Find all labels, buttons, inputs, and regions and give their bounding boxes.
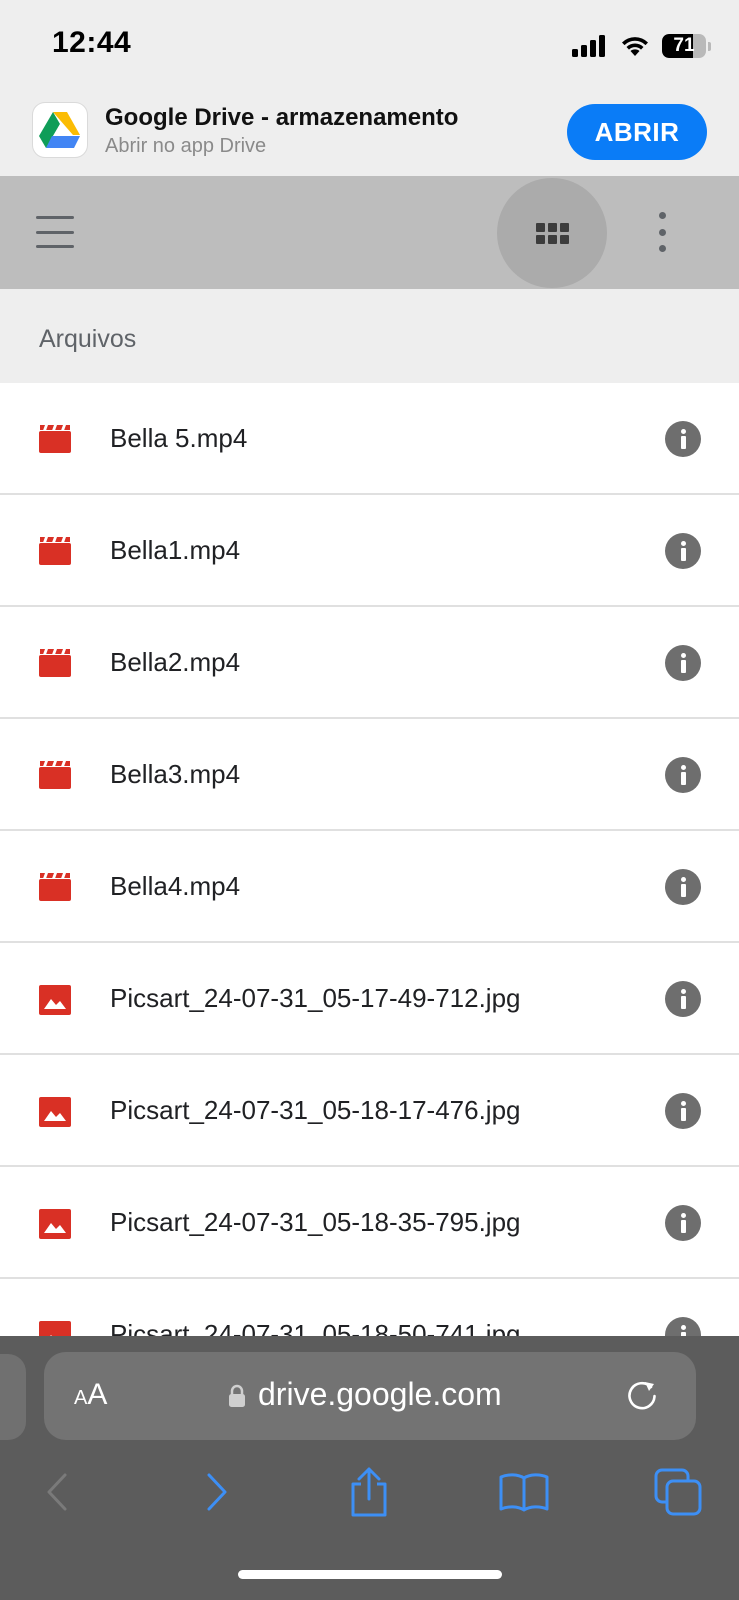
file-row[interactable]: Bella 5.mp4	[0, 383, 739, 495]
file-name: Bella1.mp4	[110, 535, 241, 565]
status-icons: 71	[572, 30, 711, 62]
google-drive-logo-icon	[32, 102, 88, 158]
info-icon[interactable]	[665, 981, 701, 1017]
hamburger-menu-icon[interactable]	[36, 216, 74, 248]
file-row[interactable]: Bella3.mp4	[0, 719, 739, 831]
app-banner-title: Google Drive - armazenamento	[105, 104, 459, 131]
file-name: Bella2.mp4	[110, 647, 241, 677]
reader-small-a: A	[74, 1387, 88, 1409]
info-icon[interactable]	[665, 421, 701, 457]
bookmarks-icon[interactable]	[496, 1464, 552, 1520]
section-header: Arquivos	[0, 289, 739, 383]
cellular-signal-icon	[572, 35, 605, 57]
video-file-icon	[39, 425, 71, 453]
video-file-icon	[39, 761, 71, 789]
file-row[interactable]: Picsart_24-07-31_05-18-17-476.jpg	[0, 1055, 739, 1167]
safari-toolbar: AA drive.google.com	[0, 1336, 739, 1600]
file-row[interactable]: Picsart_24-07-31_05-18-35-795.jpg	[0, 1167, 739, 1279]
video-file-icon	[39, 537, 71, 565]
image-file-icon	[39, 1321, 71, 1336]
open-app-button[interactable]: ABRIR	[567, 104, 707, 160]
section-title: Arquivos	[39, 325, 137, 353]
info-icon[interactable]	[665, 645, 701, 681]
status-time: 12:44	[52, 26, 132, 59]
browser-nav-row	[0, 1446, 739, 1546]
battery-icon: 71	[662, 34, 706, 58]
wifi-icon	[622, 37, 648, 56]
info-icon[interactable]	[665, 1093, 701, 1129]
image-file-icon	[39, 1097, 71, 1127]
image-file-icon	[39, 1209, 71, 1239]
file-row[interactable]: Bella4.mp4	[0, 831, 739, 943]
file-name: Picsart_24-07-31_05-18-17-476.jpg	[110, 1095, 521, 1125]
info-icon[interactable]	[665, 1205, 701, 1241]
file-name: Bella 5.mp4	[110, 423, 248, 453]
reader-options-button[interactable]: AA	[74, 1378, 107, 1412]
forward-arrow-icon[interactable]	[188, 1464, 244, 1520]
file-list: Bella 5.mp4 Bella1.mp4 Bella2.mp4 Bella3.mp…	[0, 383, 739, 1336]
address-bar[interactable]: AA drive.google.com	[44, 1352, 696, 1440]
tabs-icon[interactable]	[650, 1464, 706, 1520]
info-icon[interactable]	[665, 533, 701, 569]
file-name: Picsart_24-07-31_05-17-49-712.jpg	[110, 983, 521, 1013]
file-row[interactable]: Bella2.mp4	[0, 607, 739, 719]
status-bar: 12:44 71	[0, 0, 739, 90]
video-file-icon	[39, 649, 71, 677]
more-vertical-icon[interactable]	[650, 212, 674, 252]
file-row[interactable]: Bella1.mp4	[0, 495, 739, 607]
home-indicator	[238, 1570, 502, 1579]
battery-percent: 71	[673, 35, 695, 56]
drive-toolbar	[0, 176, 739, 289]
reload-icon[interactable]	[624, 1378, 660, 1414]
file-name: Bella3.mp4	[110, 759, 241, 789]
battery-cap	[708, 41, 711, 51]
video-file-icon	[39, 873, 71, 901]
file-name: Bella4.mp4	[110, 871, 241, 901]
file-row[interactable]: Picsart_24-07-31_05-17-49-712.jpg	[0, 943, 739, 1055]
back-arrow-icon[interactable]	[30, 1464, 86, 1520]
previous-tab-peek[interactable]	[0, 1354, 26, 1440]
share-icon[interactable]	[341, 1464, 397, 1520]
url-text: drive.google.com	[258, 1376, 502, 1412]
info-icon[interactable]	[665, 1317, 701, 1336]
app-banner-subtitle: Abrir no app Drive	[105, 135, 267, 157]
app-banner: Google Drive - armazenamento Abrir no ap…	[0, 90, 739, 176]
image-file-icon	[39, 985, 71, 1015]
file-row[interactable]: Picsart_24-07-31_05-18-50-741.jpg	[0, 1279, 739, 1336]
file-name: Picsart_24-07-31_05-18-35-795.jpg	[110, 1207, 521, 1237]
reader-large-a: A	[87, 1378, 108, 1411]
file-name: Picsart_24-07-31_05-18-50-741.jpg	[110, 1319, 521, 1336]
lock-icon	[229, 1384, 245, 1407]
grid-view-icon	[535, 222, 569, 244]
grid-view-button[interactable]	[497, 178, 607, 288]
info-icon[interactable]	[665, 757, 701, 793]
info-icon[interactable]	[665, 869, 701, 905]
